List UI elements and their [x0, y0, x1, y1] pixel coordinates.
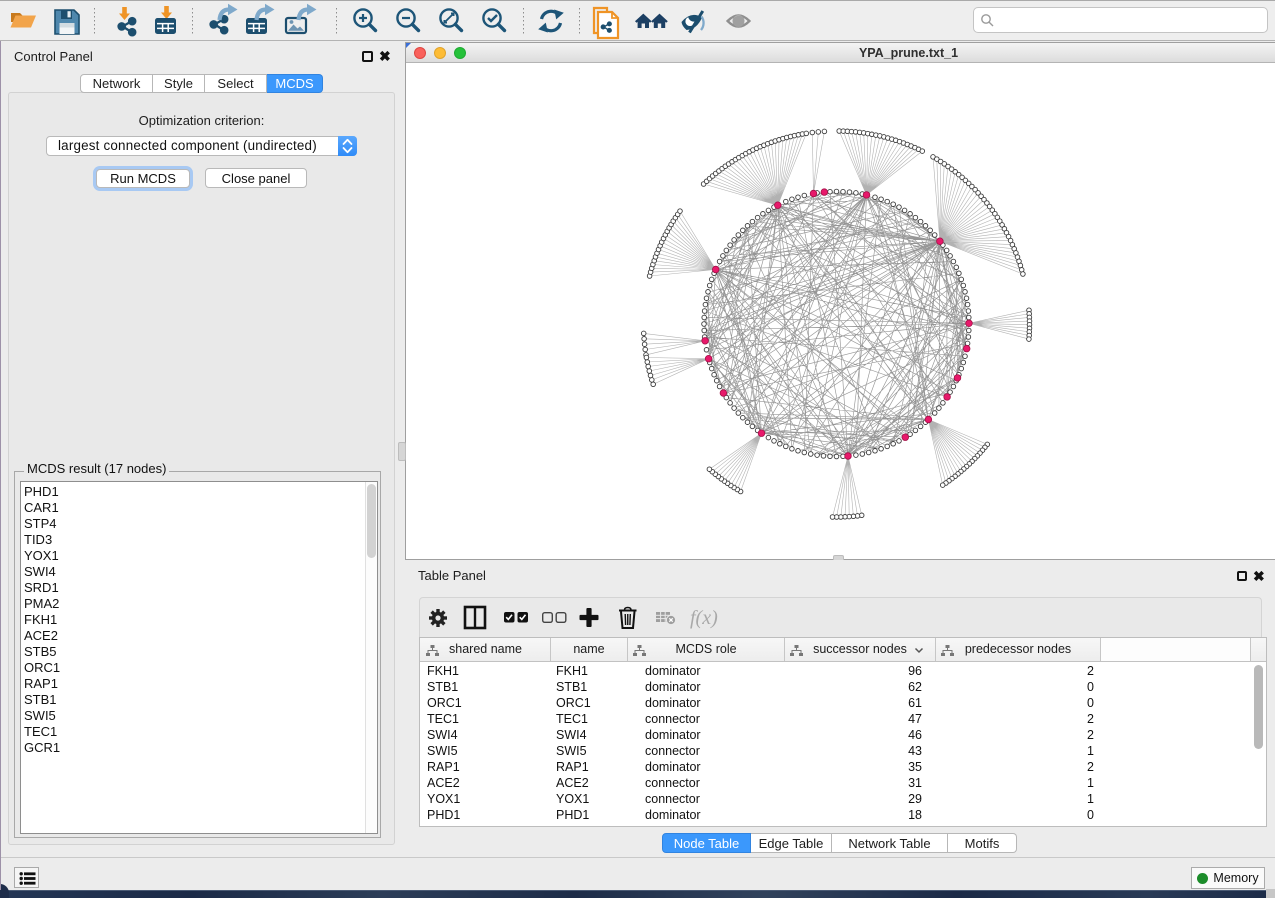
svg-text:f(x): f(x)	[690, 607, 718, 629]
